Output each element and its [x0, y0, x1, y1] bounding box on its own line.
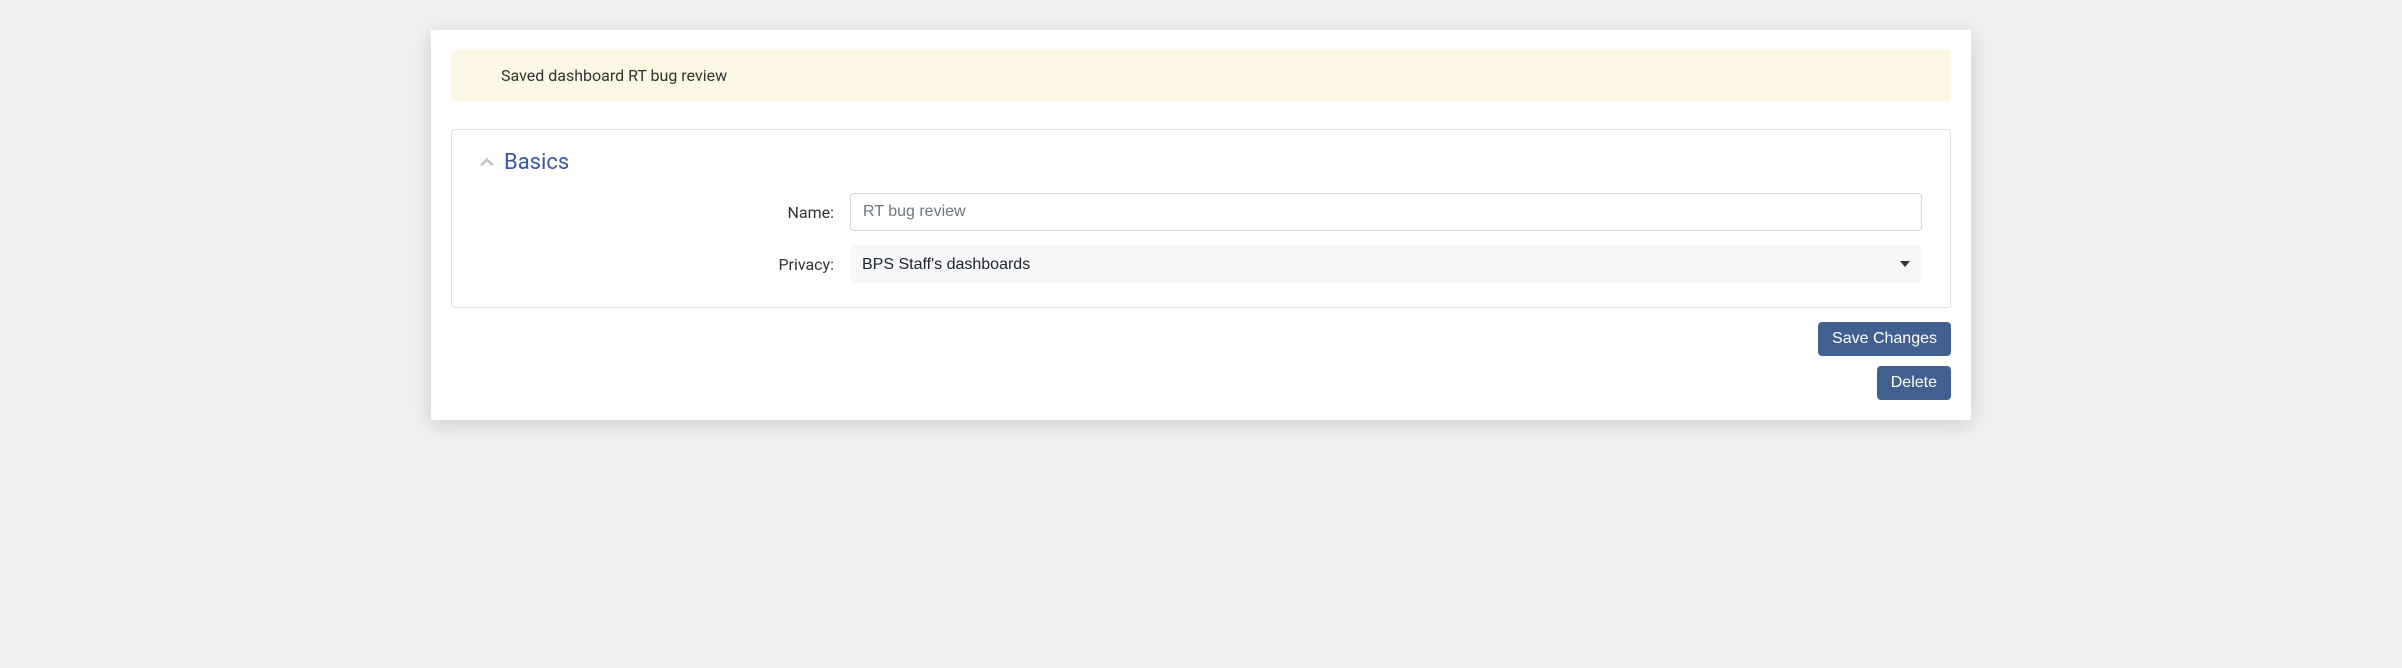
panel-header[interactable]: Basics	[480, 150, 1922, 175]
name-row: Name:	[480, 193, 1922, 231]
privacy-select[interactable]: BPS Staff's dashboards	[850, 245, 1922, 283]
page-container: Saved dashboard RT bug review Basics Nam…	[431, 30, 1971, 420]
delete-button[interactable]: Delete	[1877, 366, 1951, 400]
name-label: Name:	[480, 203, 850, 222]
basics-panel: Basics Name: Privacy: BPS Staff's dashbo…	[451, 129, 1951, 308]
actions: Save Changes Delete	[451, 322, 1951, 400]
panel-title: Basics	[504, 150, 569, 175]
success-alert: Saved dashboard RT bug review	[451, 50, 1951, 101]
alert-message: Saved dashboard RT bug review	[501, 66, 727, 85]
privacy-select-wrapper: BPS Staff's dashboards	[850, 245, 1922, 283]
privacy-label: Privacy:	[480, 255, 850, 274]
privacy-row: Privacy: BPS Staff's dashboards	[480, 245, 1922, 283]
name-control	[850, 193, 1922, 231]
save-button[interactable]: Save Changes	[1818, 322, 1951, 356]
name-input[interactable]	[850, 193, 1922, 231]
privacy-control: BPS Staff's dashboards	[850, 245, 1922, 283]
chevron-up-icon	[480, 156, 494, 170]
